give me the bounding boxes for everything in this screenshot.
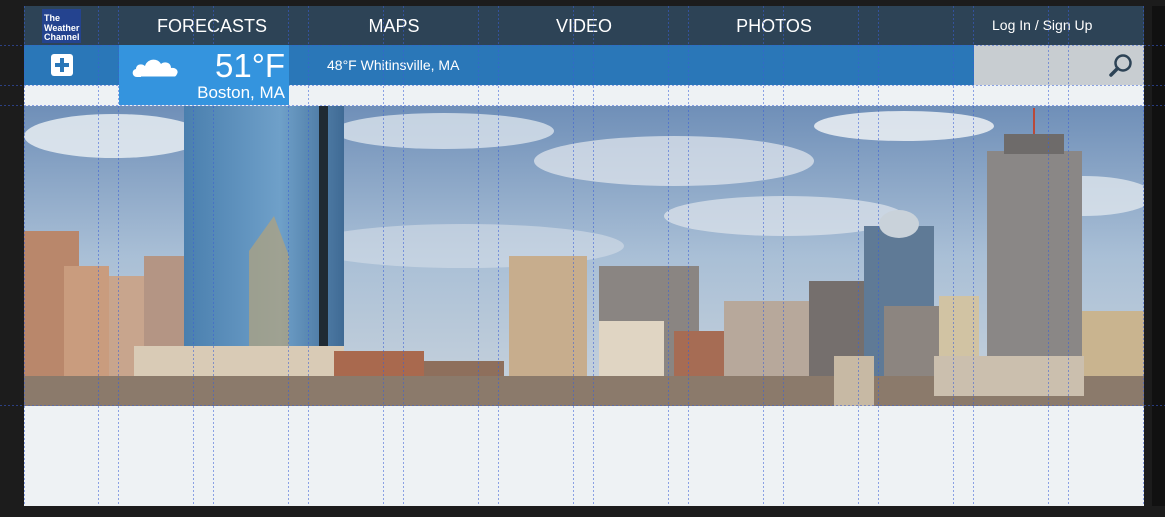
nav-video[interactable]: VIDEO	[534, 6, 634, 45]
hero-skyline-image	[24, 106, 1144, 406]
current-city: Boston, MA	[197, 83, 285, 102]
scrollbar-gutter	[1152, 6, 1165, 506]
logo-line-3: Channel	[44, 32, 80, 42]
search-icon[interactable]	[1108, 53, 1134, 79]
search-box[interactable]	[974, 45, 1144, 85]
current-temperature: 51°F	[215, 47, 286, 84]
current-conditions-tile[interactable]: 51°F Boston, MA	[119, 45, 289, 105]
nav-forecasts[interactable]: FORECASTS	[142, 6, 282, 45]
weather-page: The Weather Channel FORECASTS MAPS VIDEO…	[24, 6, 1144, 506]
nav-photos[interactable]: PHOTOS	[724, 6, 824, 45]
login-signup-link[interactable]: Log In / Sign Up	[992, 6, 1092, 45]
top-navigation: The Weather Channel FORECASTS MAPS VIDEO…	[24, 6, 1144, 45]
secondary-location[interactable]: 48°F Whitinsville, MA	[327, 45, 459, 85]
add-location-button[interactable]	[51, 54, 73, 76]
nav-maps[interactable]: MAPS	[344, 6, 444, 45]
weather-channel-logo[interactable]: The Weather Channel	[42, 9, 81, 43]
cloud-icon	[132, 59, 178, 78]
